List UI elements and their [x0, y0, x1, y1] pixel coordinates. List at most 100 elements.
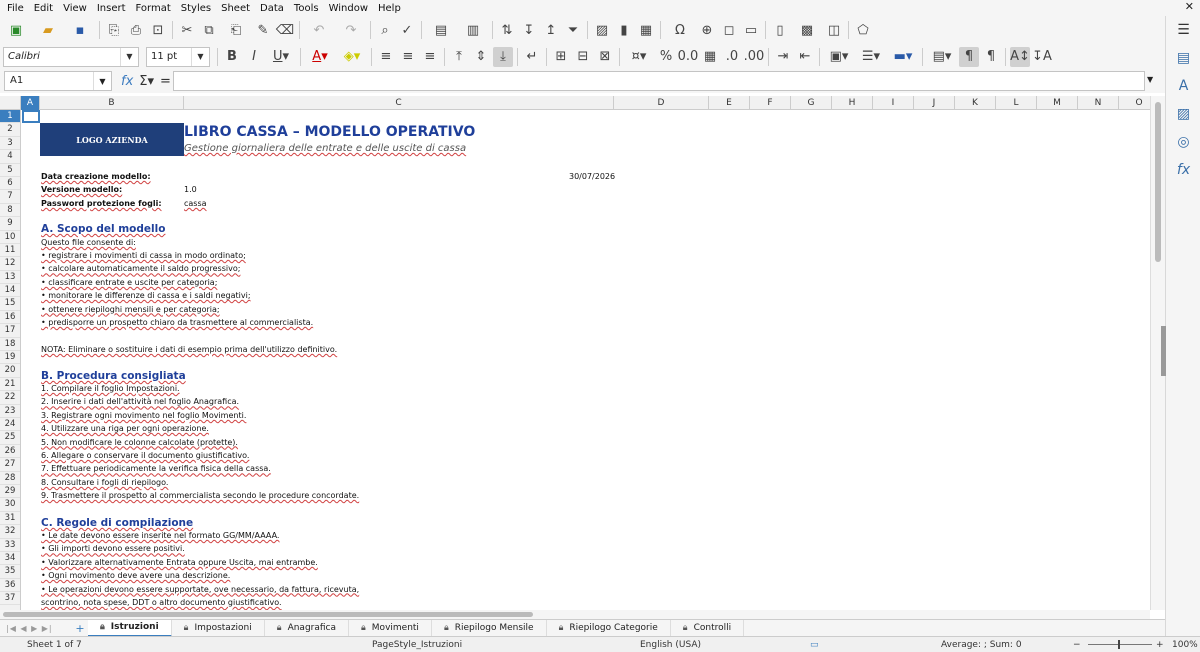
- new-document-icon[interactable]: ▣: [1, 20, 31, 40]
- add-sheet-icon[interactable]: +: [72, 622, 88, 635]
- row-header[interactable]: 34: [0, 552, 20, 566]
- redo-icon[interactable]: ↷: [336, 20, 366, 40]
- align-left-icon[interactable]: ≡: [376, 47, 396, 67]
- chevron-down-icon[interactable]: ▼: [120, 47, 138, 66]
- align-center-icon[interactable]: ≡: [398, 47, 418, 67]
- row-header[interactable]: 6: [0, 177, 20, 191]
- row-header[interactable]: 8: [0, 204, 20, 218]
- menu-view[interactable]: View: [58, 3, 92, 14]
- function-wizard-icon[interactable]: fx: [121, 74, 133, 89]
- selection-mode-icon[interactable]: ▭: [810, 640, 819, 650]
- menu-tools[interactable]: Tools: [289, 3, 324, 14]
- sheet-tab[interactable]: 🔒︎ Anagrafica: [265, 619, 349, 637]
- expand-formula-icon[interactable]: ▼: [1147, 75, 1153, 84]
- bold-icon[interactable]: B: [222, 47, 242, 67]
- row-header[interactable]: 19: [0, 351, 20, 365]
- chevron-down-icon[interactable]: ▼: [191, 47, 209, 66]
- row-header[interactable]: 26: [0, 445, 20, 459]
- name-box[interactable]: A1 ▼: [4, 71, 112, 91]
- spreadsheet-grid[interactable]: LOGO AZIENDA LIBRO CASSA – MODELLO OPERA…: [21, 110, 1150, 610]
- row-header[interactable]: 5: [0, 164, 20, 177]
- text-direction-rtl-icon[interactable]: ¶: [981, 47, 1001, 67]
- menu-window[interactable]: Window: [324, 3, 373, 14]
- column-header[interactable]: F: [750, 96, 791, 110]
- zoom-level[interactable]: 100%: [1172, 640, 1198, 650]
- sum-icon[interactable]: Σ▾: [139, 74, 154, 89]
- row-header[interactable]: 28: [0, 472, 20, 485]
- row-header[interactable]: 16: [0, 311, 20, 325]
- vertical-scrollbar[interactable]: [1150, 96, 1166, 610]
- column-header[interactable]: C: [184, 96, 614, 110]
- formula-icon[interactable]: =: [160, 74, 171, 89]
- percent-format-icon[interactable]: %: [656, 47, 676, 67]
- text-direction-ltr-icon[interactable]: ¶: [959, 46, 979, 67]
- clone-formatting-icon[interactable]: ✎: [253, 20, 273, 40]
- row-header[interactable]: 23: [0, 405, 20, 418]
- row-header[interactable]: 18: [0, 338, 20, 352]
- cut-icon[interactable]: ✂: [177, 20, 197, 40]
- sheet-tab[interactable]: 🔒︎ Riepilogo Categorie: [547, 619, 671, 637]
- select-all-corner[interactable]: [0, 96, 21, 110]
- row-header[interactable]: 29: [0, 485, 20, 499]
- chart-icon[interactable]: ▮: [614, 20, 634, 40]
- delete-decimal-icon[interactable]: .00: [744, 47, 765, 67]
- column-header[interactable]: I: [873, 96, 914, 110]
- paste-icon[interactable]: ⎗: [221, 20, 251, 40]
- align-bottom-icon[interactable]: ⤓: [493, 46, 513, 67]
- print-preview-icon[interactable]: ⊡: [148, 20, 168, 40]
- sidebar-menu-icon[interactable]: ☰: [1166, 16, 1200, 44]
- row-header[interactable]: 32: [0, 525, 20, 539]
- row-header[interactable]: 37: [0, 592, 20, 606]
- sheet-tab[interactable]: 🔒︎ Movimenti: [349, 619, 432, 637]
- row-header[interactable]: 27: [0, 458, 20, 472]
- row-header[interactable]: 22: [0, 391, 20, 405]
- column-icon[interactable]: ▥: [458, 20, 488, 40]
- sheet-tab[interactable]: 🔒︎ Impostazioni: [172, 619, 265, 637]
- sort-icon[interactable]: ⇅: [497, 20, 517, 40]
- autofilter-icon[interactable]: ⏷: [563, 20, 583, 40]
- decrease-indent-icon[interactable]: ⇤: [795, 47, 815, 67]
- formula-input[interactable]: [173, 71, 1145, 91]
- row-header[interactable]: 36: [0, 579, 20, 593]
- undo-icon[interactable]: ↶: [304, 20, 334, 40]
- row-header[interactable]: 21: [0, 378, 20, 392]
- sheet-tab[interactable]: 🔒︎ Riepilogo Mensile: [432, 619, 547, 637]
- headers-footers-icon[interactable]: ▭: [741, 20, 761, 40]
- find-replace-icon[interactable]: ⌕: [375, 20, 395, 40]
- comment-icon[interactable]: ◻: [719, 20, 739, 40]
- copy-icon[interactable]: ⧉: [199, 20, 219, 40]
- styles-icon[interactable]: A: [1166, 72, 1200, 100]
- column-header[interactable]: N: [1078, 96, 1119, 110]
- menu-data[interactable]: Data: [255, 3, 289, 14]
- menu-help[interactable]: Help: [373, 3, 406, 14]
- zoom-in-icon[interactable]: +: [1156, 640, 1164, 650]
- column-header[interactable]: H: [832, 96, 873, 110]
- font-color-icon[interactable]: A ▾: [305, 47, 335, 67]
- menu-file[interactable]: File: [2, 3, 29, 14]
- center-vertically-icon[interactable]: ⇕: [471, 47, 491, 67]
- align-right-icon[interactable]: ≡: [420, 47, 440, 67]
- row-header[interactable]: 31: [0, 512, 20, 526]
- column-header[interactable]: J: [914, 96, 955, 110]
- column-header[interactable]: B: [40, 96, 184, 110]
- text-orientation-icon[interactable]: ↧A: [1032, 47, 1052, 67]
- menu-format[interactable]: Format: [131, 3, 176, 14]
- zoom-out-icon[interactable]: −: [1073, 640, 1081, 650]
- italic-icon[interactable]: I: [244, 47, 264, 67]
- currency-format-icon[interactable]: ¤▾: [624, 47, 654, 67]
- zoom-slider[interactable]: [1088, 644, 1152, 645]
- unmerge-cells-icon[interactable]: ⊠: [595, 47, 615, 67]
- font-size-box[interactable]: 11 pt ▼: [146, 46, 210, 67]
- row-header[interactable]: 13: [0, 271, 20, 285]
- special-character-icon[interactable]: Ω: [665, 20, 695, 40]
- menu-sheet[interactable]: Sheet: [216, 3, 255, 14]
- row-header[interactable]: 1: [0, 110, 20, 124]
- gallery-icon[interactable]: ▨: [1166, 100, 1200, 128]
- sort-descending-icon[interactable]: ↥: [541, 20, 561, 40]
- save-icon[interactable]: ▪: [65, 20, 95, 40]
- menu-styles[interactable]: Styles: [176, 3, 216, 14]
- zoom-slider-knob[interactable]: [1118, 640, 1120, 649]
- border-style-icon[interactable]: ☰▾: [856, 47, 886, 67]
- row-header[interactable]: 3: [0, 137, 20, 151]
- open-icon[interactable]: ▰: [33, 20, 63, 40]
